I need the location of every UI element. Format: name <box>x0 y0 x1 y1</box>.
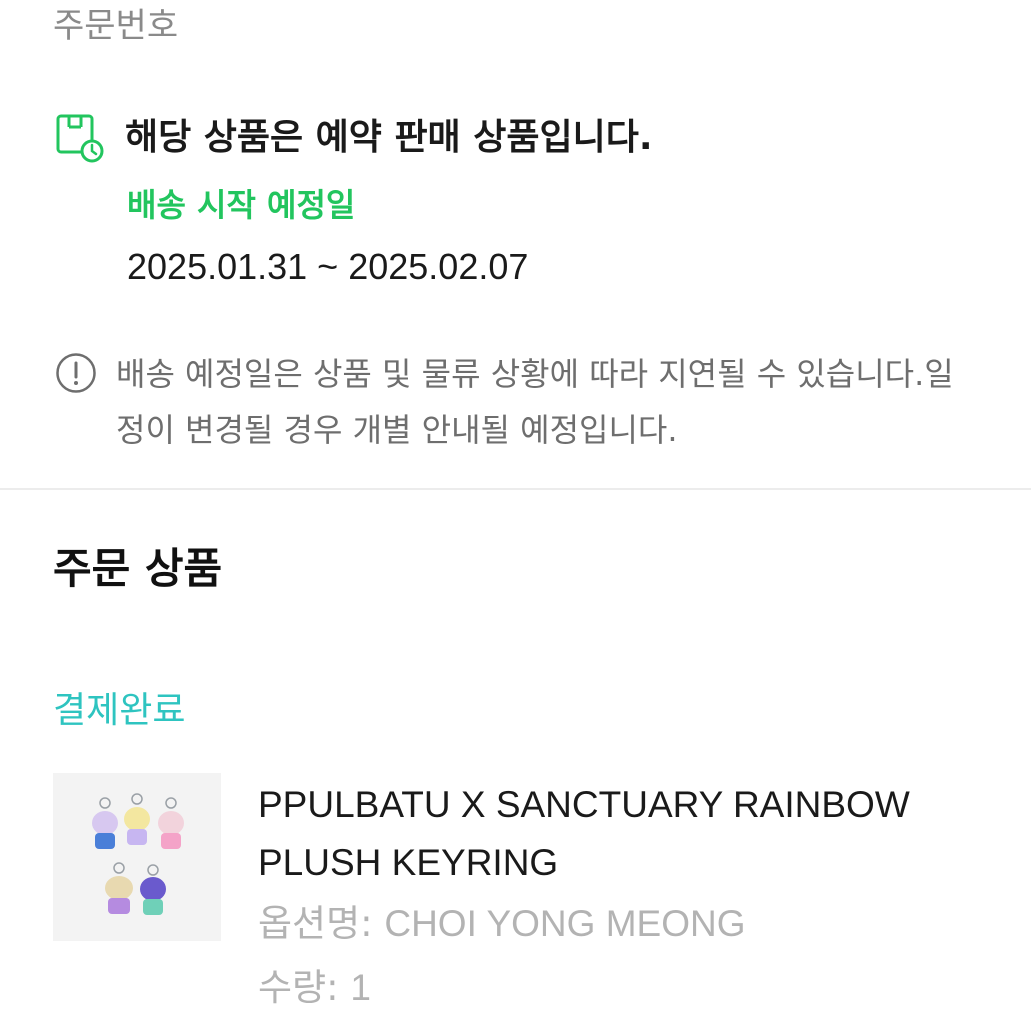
calendar-clock-icon <box>56 114 104 163</box>
exclamation-circle-icon <box>56 353 96 393</box>
order-number-label: 주문번호 <box>53 6 179 46</box>
product-thumbnail[interactable] <box>53 773 221 941</box>
quantity-value: 1 <box>350 967 371 1008</box>
product-quantity: 수량: 1 <box>258 962 371 1014</box>
ship-date-range: 2025.01.31 ~ 2025.02.07 <box>127 246 529 287</box>
order-items-title: 주문 상품 <box>53 544 223 593</box>
ship-start-label: 배송 시작 예정일 <box>127 186 356 224</box>
payment-status-label: 결제완료 <box>53 690 186 731</box>
section-divider <box>0 488 1031 490</box>
quantity-label: 수량: <box>258 966 351 1009</box>
option-value: CHOI YONG MEONG <box>384 903 746 944</box>
product-option: 옵션명: CHOI YONG MEONG <box>258 898 746 950</box>
preorder-notice-title: 해당 상품은 예약 판매 상품입니다. <box>125 117 653 158</box>
product-image <box>53 773 221 941</box>
option-label: 옵션명: <box>258 902 385 945</box>
product-name[interactable]: PPULBATU X SANCTUARY RAINBOW PLUSH KEYRI… <box>258 776 998 892</box>
delay-info-text: 배송 예정일은 상품 및 물류 상황에 따라 지연될 수 있습니다.일정이 변경… <box>116 355 954 449</box>
